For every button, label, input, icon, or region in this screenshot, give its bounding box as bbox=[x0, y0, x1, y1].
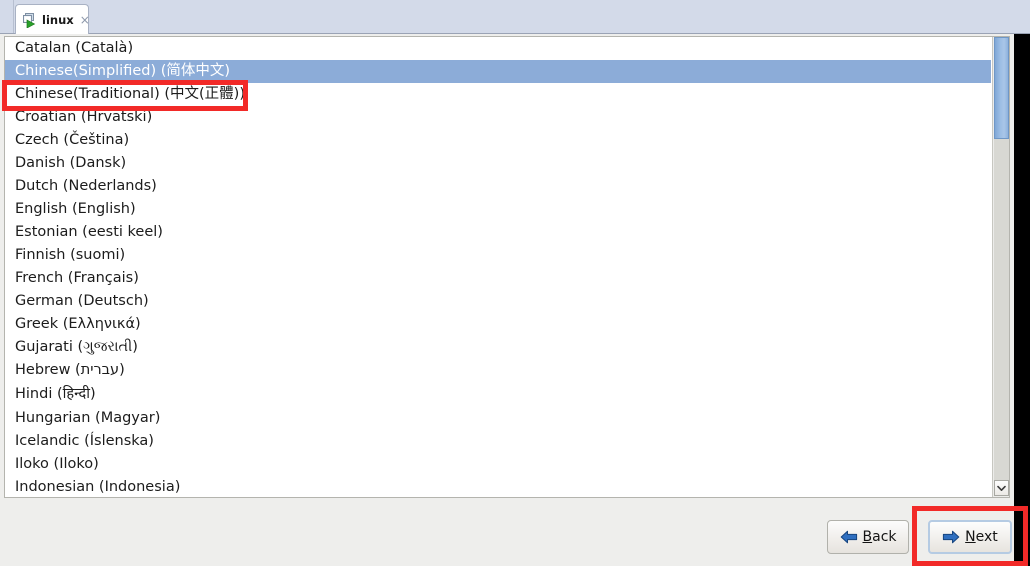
back-mnemonic: B bbox=[862, 529, 873, 545]
tab-bar-left-stub bbox=[0, 0, 14, 33]
next-button[interactable]: Next bbox=[928, 520, 1012, 554]
list-item[interactable]: Indonesian (Indonesia) bbox=[5, 476, 991, 497]
scrollbar-down-button[interactable] bbox=[994, 480, 1009, 496]
list-item[interactable]: Icelandic (Íslenska) bbox=[5, 430, 991, 453]
list-item[interactable]: Dutch (Nederlands) bbox=[5, 175, 991, 198]
chevron-down-icon bbox=[997, 485, 1006, 492]
right-arrow-icon bbox=[942, 530, 960, 544]
list-item[interactable]: Danish (Dansk) bbox=[5, 152, 991, 175]
tab-bar: linux × bbox=[0, 0, 1030, 34]
list-item[interactable]: Catalan (Català) bbox=[5, 37, 991, 60]
left-arrow-icon bbox=[840, 530, 858, 544]
list-item[interactable]: French (Français) bbox=[5, 267, 991, 290]
back-label-rest: ack bbox=[872, 529, 897, 545]
language-list-scrollbar[interactable] bbox=[992, 37, 1009, 497]
list-item[interactable]: Finnish (suomi) bbox=[5, 244, 991, 267]
virtual-machine-icon bbox=[22, 12, 38, 29]
scrollbar-thumb[interactable] bbox=[994, 37, 1009, 139]
language-list[interactable]: Catalan (Català) Chinese(Simplified) (简体… bbox=[4, 36, 1010, 498]
list-item[interactable]: Greek (Ελληνικά) bbox=[5, 313, 991, 336]
next-label-rest: ext bbox=[975, 529, 998, 545]
list-item[interactable]: Gujarati (ગુજરાતી) bbox=[5, 336, 991, 359]
back-button-label: Back bbox=[863, 529, 897, 545]
installer-content-panel: Catalan (Català) Chinese(Simplified) (简体… bbox=[0, 34, 1014, 566]
list-item[interactable]: Chinese(Traditional) (中文(正體)) bbox=[5, 83, 991, 106]
list-item-selected[interactable]: Chinese(Simplified) (简体中文) bbox=[5, 60, 991, 83]
screen-edge-black-band bbox=[1014, 28, 1030, 566]
installer-window: linux × Catalan (Català) Chinese(Simplif… bbox=[0, 0, 1030, 566]
list-item[interactable]: Hungarian (Magyar) bbox=[5, 406, 991, 430]
list-item[interactable]: Hebrew (עברית) bbox=[5, 359, 991, 382]
next-button-label: Next bbox=[965, 529, 998, 545]
list-item[interactable]: Hindi (हिन्दी) bbox=[5, 382, 991, 406]
list-item[interactable]: English (English) bbox=[5, 198, 991, 221]
tab-linux[interactable]: linux × bbox=[15, 4, 90, 34]
close-icon[interactable]: × bbox=[80, 14, 90, 26]
list-item[interactable]: Iloko (Iloko) bbox=[5, 453, 991, 476]
next-mnemonic: N bbox=[965, 529, 976, 545]
language-list-viewport: Catalan (Català) Chinese(Simplified) (简体… bbox=[5, 37, 991, 497]
list-item[interactable]: Estonian (eesti keel) bbox=[5, 221, 991, 244]
list-item[interactable]: German (Deutsch) bbox=[5, 290, 991, 313]
back-button[interactable]: Back bbox=[827, 520, 909, 554]
tab-label: linux bbox=[42, 12, 74, 27]
list-item[interactable]: Croatian (Hrvatski) bbox=[5, 106, 991, 129]
list-item[interactable]: Czech (Čeština) bbox=[5, 129, 991, 152]
